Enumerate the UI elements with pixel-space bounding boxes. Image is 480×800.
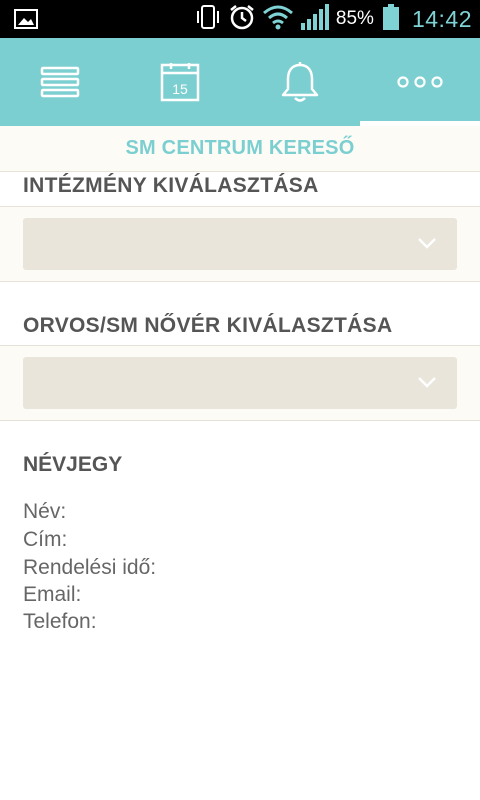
menu-list-icon[interactable] (0, 38, 120, 126)
app-toolbar: 15 (0, 38, 480, 126)
chevron-down-icon (418, 238, 436, 249)
doctor-label: ORVOS/SM NŐVÉR KIVÁLASZTÁSA (23, 314, 393, 337)
status-bar: 85% 14:42 (0, 0, 480, 38)
doctor-select-band (0, 345, 480, 421)
contact-card-title: NÉVJEGY (23, 453, 123, 476)
institution-label: INTÉZMÉNY KIVÁLASZTÁSA (23, 174, 319, 197)
page-title: SM CENTRUM KERESŐ (0, 126, 480, 172)
clock: 14:42 (411, 5, 472, 32)
battery-icon (382, 3, 400, 36)
bell-icon[interactable] (240, 38, 360, 126)
phone-label: Telefon: (23, 610, 97, 633)
address-label: Cím: (23, 528, 68, 551)
battery-percent: 85% (335, 8, 374, 29)
institution-select[interactable] (23, 218, 457, 270)
institution-select-band (0, 206, 480, 282)
wifi-icon (262, 3, 294, 36)
email-label: Email: (23, 583, 82, 606)
chevron-down-icon (418, 377, 436, 388)
name-label: Név: (23, 500, 67, 523)
more-icon[interactable] (360, 38, 480, 126)
doctor-select[interactable] (23, 357, 457, 409)
hours-label: Rendelési idő: (23, 556, 157, 579)
vibrate-icon (194, 3, 222, 36)
signal-icon (300, 3, 330, 36)
calendar-day-label: 15 (172, 81, 188, 97)
gallery-icon (14, 7, 38, 31)
calendar-icon[interactable]: 15 (120, 38, 240, 126)
alarm-icon (228, 3, 256, 36)
